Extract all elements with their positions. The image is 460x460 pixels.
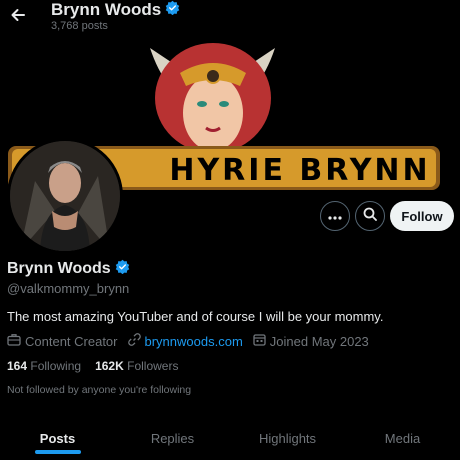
profile-name: Brynn Woods [7, 260, 111, 277]
avatar[interactable] [7, 138, 123, 254]
profile-bio: The most amazing YouTuber and of course … [7, 309, 384, 324]
valkyrie-character-illustration [150, 43, 275, 153]
profile-tabs: Posts Replies Highlights Media [0, 416, 460, 460]
profile-handle: @valkmommy_brynn [7, 281, 130, 296]
profile-category: Content Creator [7, 333, 118, 349]
tab-replies[interactable]: Replies [115, 416, 230, 460]
search-profile-button[interactable] [355, 201, 385, 231]
mutual-followers-note: Not followed by anyone you're following [7, 384, 192, 396]
header-name: Brynn Woods [51, 0, 162, 19]
post-count: 3,768 posts [51, 20, 108, 32]
more-options-button[interactable] [320, 201, 350, 231]
link-icon [127, 333, 141, 349]
tab-label: Replies [150, 430, 195, 446]
more-dots-icon [328, 207, 342, 225]
tab-media[interactable]: Media [345, 416, 460, 460]
joined-label: Joined May 2023 [269, 333, 369, 349]
profile-header-bar: Brynn Woods 3,768 posts [0, 0, 460, 38]
tab-posts[interactable]: Posts [0, 416, 115, 460]
profile-name-row: Brynn Woods [7, 259, 130, 279]
tab-highlights[interactable]: Highlights [230, 416, 345, 460]
calendar-icon [253, 333, 266, 349]
verified-badge-icon [165, 0, 180, 20]
following-count: 164 [7, 359, 28, 373]
search-icon [363, 207, 377, 226]
followers-label: Followers [127, 359, 179, 373]
followers-stat[interactable]: 162K Followers [95, 359, 178, 373]
verified-badge-icon[interactable] [115, 259, 130, 279]
back-arrow-icon[interactable] [8, 5, 28, 25]
tab-label: Media [384, 430, 421, 446]
profile-joined: Joined May 2023 [253, 333, 369, 349]
follow-button[interactable]: Follow [390, 201, 454, 231]
profile-website[interactable]: brynnwoods.com [127, 333, 243, 349]
follow-stats: 164 Following 162K Followers [7, 359, 178, 373]
tab-label: Highlights [258, 430, 317, 446]
tab-label: Posts [39, 430, 76, 446]
profile-meta: Content Creator brynnwoods.com Joined Ma… [7, 333, 379, 349]
active-tab-indicator [34, 450, 81, 454]
followers-count: 162K [95, 359, 124, 373]
briefcase-icon [7, 333, 21, 349]
following-stat[interactable]: 164 Following [7, 359, 81, 373]
header-title: Brynn Woods [51, 0, 180, 20]
website-link[interactable]: brynnwoods.com [145, 334, 243, 349]
following-label: Following [30, 359, 82, 373]
category-label: Content Creator [25, 333, 118, 349]
banner-title: HYRIE BRYNN [169, 153, 430, 188]
